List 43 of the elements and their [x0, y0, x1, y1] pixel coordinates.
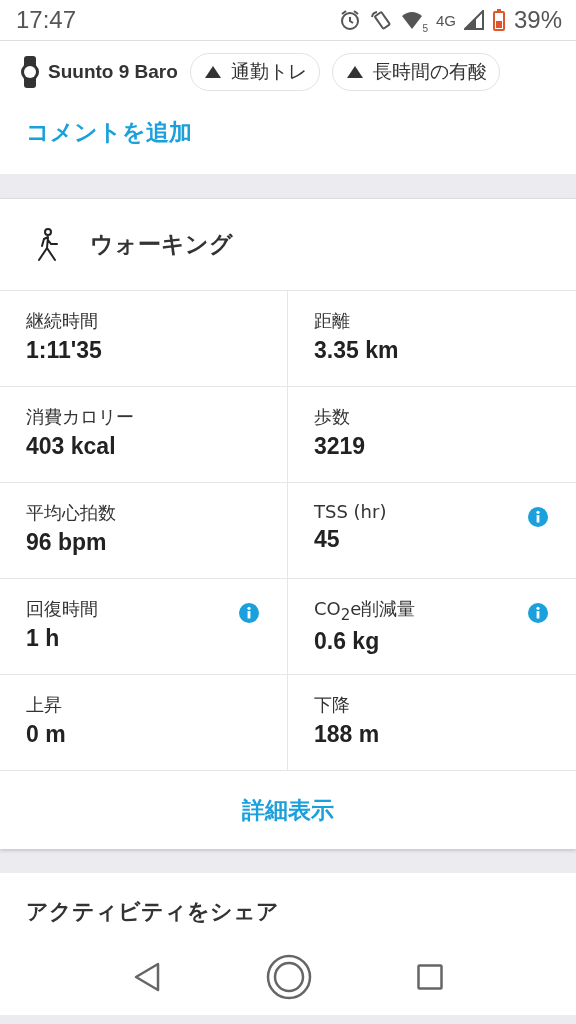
stat-label: 距離 — [314, 309, 350, 333]
status-time: 17:47 — [16, 6, 77, 34]
triangle-icon — [204, 66, 221, 78]
recents-icon[interactable] — [417, 964, 444, 990]
stat-label: CO$_{2}$e削減量 — [314, 597, 416, 624]
stat-label: 歩数 — [314, 405, 350, 429]
stat-value: 96 bpm — [26, 529, 107, 556]
stat-label: TSS (hr) — [314, 501, 387, 522]
stat-value: 3.35 km — [314, 337, 399, 364]
info-icon[interactable] — [528, 507, 548, 527]
stat-value: 0.6 kg — [314, 627, 380, 655]
info-icon[interactable] — [239, 603, 259, 623]
tag-chip[interactable]: 通勤トレ — [189, 53, 320, 91]
stat-value: 1 h — [26, 625, 60, 652]
home-icon[interactable] — [266, 954, 312, 1000]
stat-label: 継続時間 — [26, 309, 98, 333]
activity-title: ウォーキング — [90, 230, 233, 259]
info-icon[interactable] — [528, 603, 548, 623]
device-name: Suunto 9 Baro — [48, 61, 178, 83]
stat-value: 403 kcal — [26, 433, 116, 460]
stat-label: 下降 — [314, 693, 350, 717]
share-title: アクティビティをシェア — [26, 898, 279, 926]
battery-icon — [491, 8, 506, 32]
tag-chip[interactable]: 長時間の有酸 — [331, 53, 500, 91]
network-type: 4G — [435, 11, 456, 29]
stat-label: 回復時間 — [26, 597, 98, 621]
stat-value: 3219 — [314, 433, 366, 460]
battery-level: 39% — [513, 6, 562, 34]
stat-value: 0 m — [26, 721, 66, 748]
back-icon[interactable] — [132, 962, 161, 992]
stat-label: 消費カロリー — [26, 405, 134, 429]
stat-label: 上昇 — [26, 693, 62, 717]
watch-icon — [20, 56, 40, 88]
stat-value: 45 — [314, 526, 340, 553]
stat-value: 1:11'35 — [26, 337, 102, 364]
stat-label: 平均心拍数 — [26, 501, 116, 525]
triangle-icon — [346, 66, 363, 78]
signal-icon — [463, 10, 484, 30]
wifi-icon — [401, 10, 424, 30]
stat-value: 188 m — [314, 721, 380, 748]
wifi-band-label: 5 — [422, 23, 428, 34]
alarm-icon — [339, 9, 362, 31]
walking-person-icon — [36, 227, 60, 262]
